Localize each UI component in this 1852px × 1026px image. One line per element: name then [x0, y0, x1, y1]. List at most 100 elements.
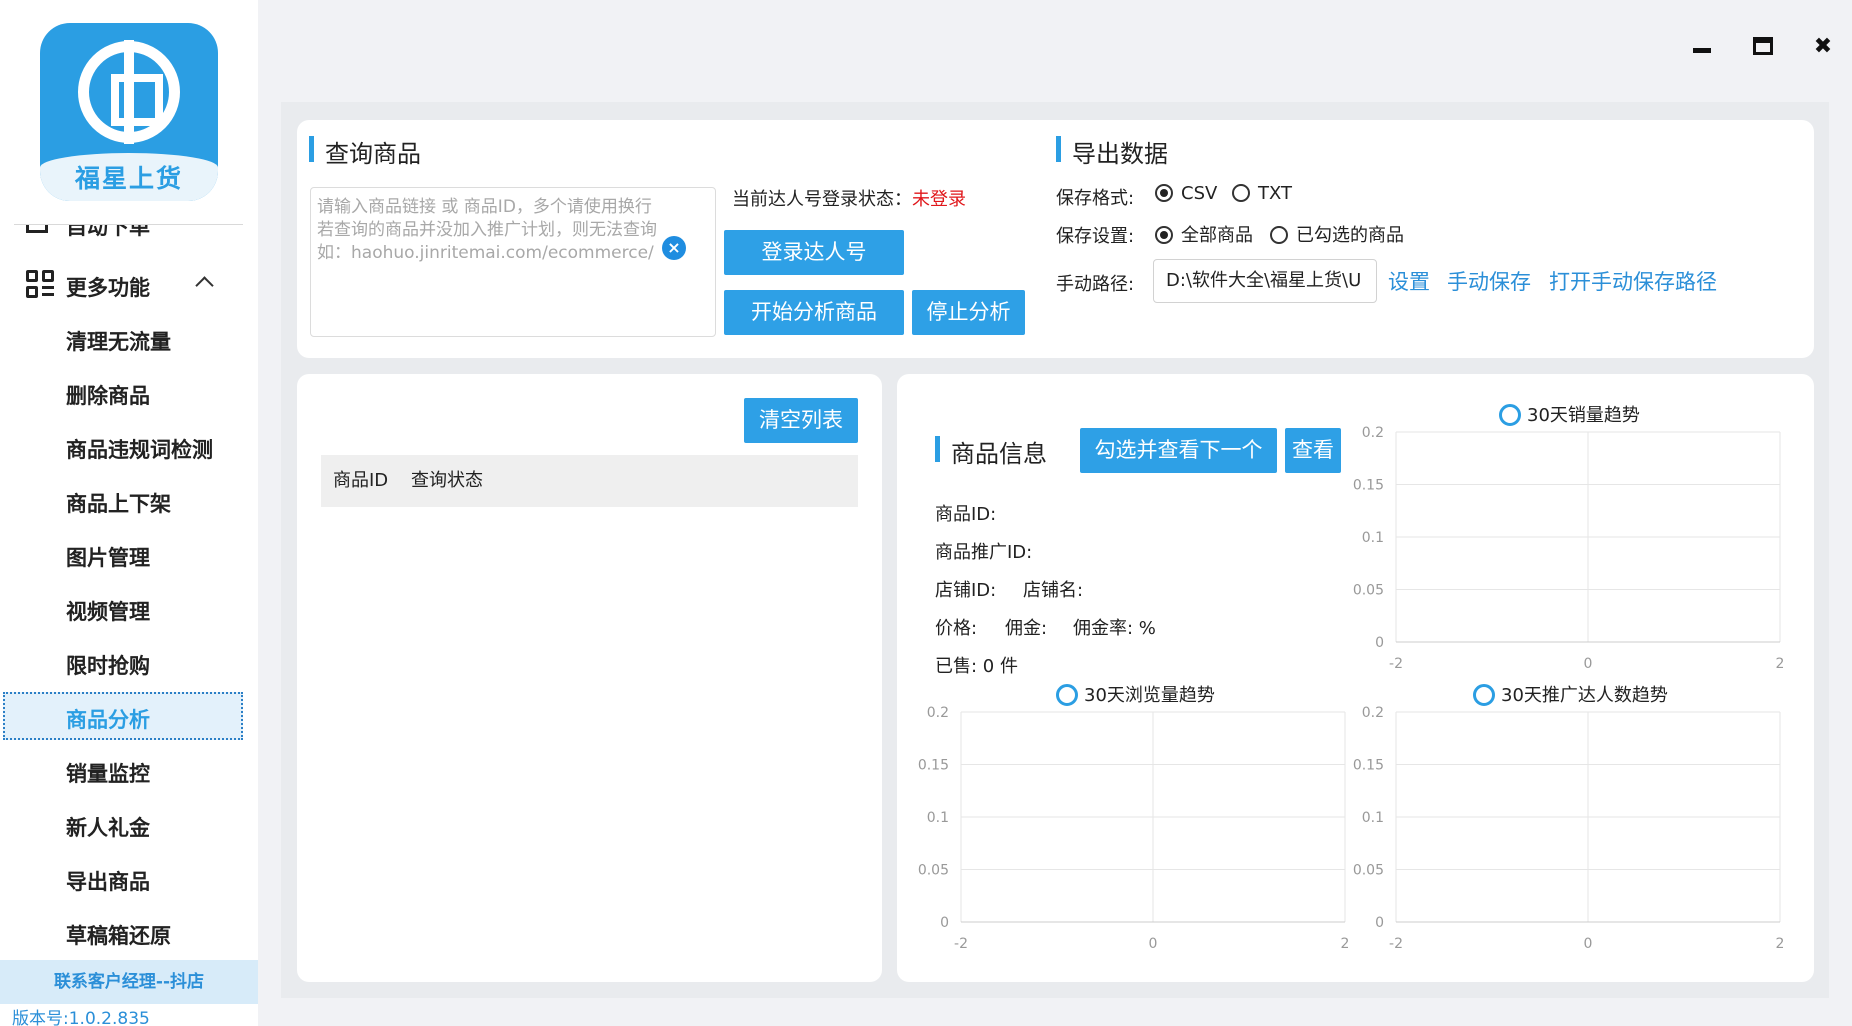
y-tick-label: 0.1	[1362, 530, 1384, 546]
y-tick-label: 0.2	[1362, 705, 1384, 721]
radio-checked-icon	[1155, 226, 1173, 244]
x-tick-label: 0	[1584, 936, 1593, 952]
sidebar-item-flash-sale[interactable]: 限时抢购	[66, 650, 150, 680]
column-product-id: 商品ID	[333, 470, 389, 491]
sidebar-item-label: 商品分析	[66, 708, 150, 732]
product-info-title: 商品信息	[935, 434, 1047, 469]
y-tick-label: 0.15	[918, 758, 949, 774]
sidebar-item-listing[interactable]: 商品上下架	[66, 488, 171, 518]
sidebar-group-label: 更多功能	[66, 276, 150, 300]
sidebar-item-new-user-gift[interactable]: 新人礼金	[66, 812, 150, 842]
y-tick-label: 0	[1375, 915, 1384, 931]
radio-label: 已勾选的商品	[1296, 225, 1404, 246]
sidebar-item-clipped[interactable]: 自动下单	[14, 225, 243, 245]
stop-analysis-button[interactable]: 停止分析	[912, 290, 1025, 335]
settings-link[interactable]: 设置	[1388, 266, 1430, 296]
y-tick-label: 0.05	[1353, 583, 1384, 599]
sidebar-item-export-products[interactable]: 导出商品	[66, 866, 150, 896]
sold-label: 已售: 0 件	[935, 656, 1018, 677]
placeholder-line: 若查询的商品并没加入推广计划，则无法查询	[317, 220, 657, 240]
logo-text: 福星上货	[74, 164, 183, 193]
login-button[interactable]: 登录达人号	[724, 230, 904, 275]
login-status-label: 当前达人号登录状态：	[732, 189, 912, 210]
contact-manager-link[interactable]: 联系客户经理--抖店	[0, 960, 258, 1004]
version-label: 版本号:1.0.2.835	[12, 1009, 150, 1026]
y-tick-label: 0.05	[1353, 863, 1384, 879]
sales-trend-chart: 0 0.05 0.1 0.15 0.2 -2 0 2	[1353, 425, 1785, 672]
grid-icon	[26, 270, 56, 300]
select-next-button[interactable]: 勾选并查看下一个	[1080, 428, 1277, 473]
x-tick-label: -2	[954, 936, 968, 952]
view-button[interactable]: 查看	[1285, 428, 1341, 473]
manual-save-link[interactable]: 手动保存	[1447, 266, 1531, 296]
sidebar-item-delete-products[interactable]: 删除商品	[66, 380, 150, 410]
setting-all-radio[interactable]: 全部商品	[1155, 221, 1253, 247]
x-tick-label: 2	[1776, 656, 1785, 672]
setting-selected-radio[interactable]: 已勾选的商品	[1270, 221, 1404, 247]
x-tick-label: -2	[1389, 936, 1403, 952]
commission-label: 佣金:	[1005, 618, 1048, 639]
y-tick-label: 0.1	[927, 810, 949, 826]
product-link-input[interactable]: 请输入商品链接 或 商品ID，多个请使用换行 若查询的商品并没加入推广计划，则无…	[310, 187, 716, 337]
y-tick-label: 0	[1375, 635, 1384, 651]
views-trend-chart: 00.050.10.150.2-2 0 2	[918, 705, 1350, 952]
sidebar-item-clean-traffic[interactable]: 清理无流量	[66, 326, 171, 356]
sidebar-group-more[interactable]: 更多功能	[26, 268, 226, 304]
manual-path-label: 手动路径:	[1056, 274, 1135, 295]
price-label: 价格:	[935, 618, 978, 639]
sidebar-item-label: 自动下单	[66, 225, 150, 239]
format-csv-radio[interactable]: CSV	[1155, 183, 1217, 204]
radio-label: CSV	[1181, 183, 1218, 204]
x-tick-label: -2	[1389, 656, 1403, 672]
shop-name-label: 店铺名:	[1023, 580, 1084, 601]
promoters-trend-chart: 0 0.05 0.1 0.15 0.2 -2 0 2	[1353, 705, 1785, 952]
clear-list-button[interactable]: 清空列表	[744, 398, 858, 443]
sidebar-item-videos[interactable]: 视频管理	[66, 596, 150, 626]
app-window: 福星上货 自动下单 更多功能 清理无流量 删除商品 商品违规词检测 商品上下架 …	[0, 0, 1852, 1026]
placeholder-line: 请输入商品链接 或 商品ID，多个请使用换行	[317, 197, 652, 217]
y-tick-label: 0.2	[1362, 425, 1384, 441]
chevron-up-icon[interactable]	[195, 276, 214, 295]
maximize-icon[interactable]	[1753, 37, 1773, 55]
cart-icon	[26, 225, 48, 233]
y-tick-label: 0.05	[918, 863, 949, 879]
save-setting-label: 保存设置:	[1056, 226, 1135, 247]
column-query-status: 查询状态	[411, 470, 483, 491]
radio-label: TXT	[1258, 183, 1293, 204]
y-tick-label: 0.2	[927, 705, 949, 721]
x-tick-label: 2	[1776, 936, 1785, 952]
product-id-label: 商品ID:	[935, 504, 997, 525]
sidebar-item-product-analysis[interactable]: 商品分析	[3, 692, 243, 740]
logo-emblem-icon	[78, 40, 180, 144]
sidebar-item-images[interactable]: 图片管理	[66, 542, 150, 572]
commission-rate-label: 佣金率: %	[1073, 618, 1156, 639]
x-tick-label: 0	[1584, 656, 1593, 672]
clear-input-icon[interactable]: ×	[662, 236, 686, 260]
start-analysis-button[interactable]: 开始分析商品	[724, 290, 904, 335]
app-logo: 福星上货	[40, 23, 218, 201]
format-txt-radio[interactable]: TXT	[1232, 183, 1292, 204]
sidebar-item-draft-restore[interactable]: 草稿箱还原	[66, 920, 171, 950]
sidebar-item-violation-check[interactable]: 商品违规词检测	[66, 434, 213, 464]
login-status: 当前达人号登录状态：未登录	[732, 185, 966, 211]
y-tick-label: 0.15	[1353, 478, 1384, 494]
login-status-value: 未登录	[912, 189, 966, 210]
list-header: 商品ID 查询状态	[321, 455, 858, 507]
sidebar-item-sales-monitor[interactable]: 销量监控	[66, 758, 150, 788]
promo-id-label: 商品推广ID:	[935, 542, 1033, 563]
x-tick-label: 0	[1149, 936, 1158, 952]
placeholder-line: 如：haohuo.jinritemai.com/ecommerce/	[317, 243, 654, 263]
sidebar: 福星上货 自动下单 更多功能 清理无流量 删除商品 商品违规词检测 商品上下架 …	[0, 0, 258, 1026]
radio-label: 全部商品	[1181, 225, 1253, 246]
radio-unchecked-icon	[1270, 226, 1288, 244]
open-save-path-link[interactable]: 打开手动保存路径	[1549, 266, 1717, 296]
manual-path-input[interactable]: D:\软件大全\福星上货\U	[1153, 259, 1377, 303]
y-tick-label: 0.15	[1353, 758, 1384, 774]
y-tick-label: 0	[940, 915, 949, 931]
close-icon[interactable]: ✖	[1811, 35, 1835, 59]
minimize-icon[interactable]	[1691, 35, 1715, 59]
query-section-title: 查询商品	[309, 134, 421, 169]
shop-id-label: 店铺ID:	[935, 580, 997, 601]
y-tick-label: 0.1	[1362, 810, 1384, 826]
radio-unchecked-icon	[1232, 184, 1250, 202]
